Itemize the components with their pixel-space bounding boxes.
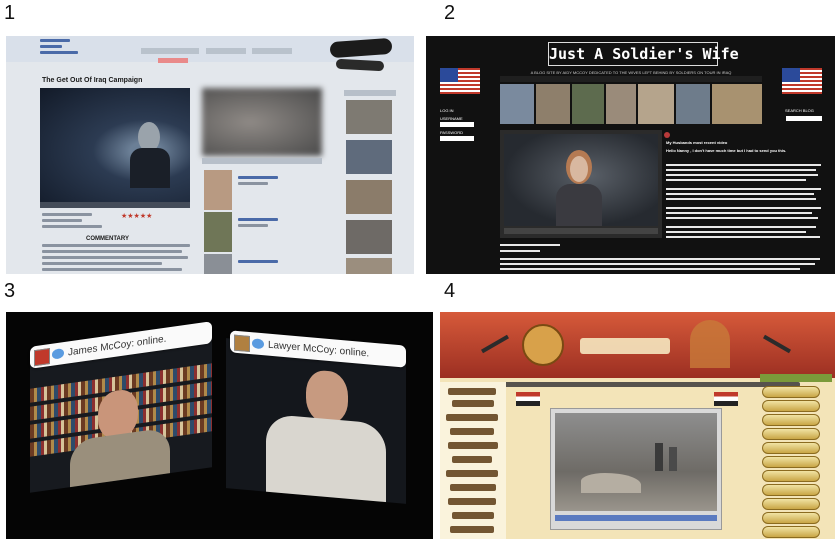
site-tagline: A BLOG SITE BY AIDY MCCOY DEDICATED TO T…	[530, 70, 732, 75]
login-link[interactable]: LOG IN	[440, 108, 454, 113]
chat-status-right: Lawyer McCoy: online.	[268, 339, 370, 360]
chat-bubble-icon	[52, 348, 64, 360]
rubble	[581, 473, 641, 493]
person-face	[570, 156, 588, 182]
video-controls[interactable]	[555, 515, 717, 521]
nav-button-3[interactable]	[252, 48, 292, 54]
poem-column	[440, 382, 506, 539]
menu-item-2[interactable]	[762, 400, 820, 412]
menu-item-6[interactable]	[762, 456, 820, 468]
menu-item-5[interactable]	[762, 442, 820, 454]
sidebar-header	[344, 90, 396, 96]
tab-row[interactable]	[202, 158, 322, 164]
menu-item-8[interactable]	[762, 484, 820, 496]
blurred-image	[202, 88, 322, 156]
sidebar-heading	[760, 374, 832, 382]
password-label: PASSWORD	[440, 130, 464, 135]
arabic-site-title	[580, 338, 670, 354]
video-controls[interactable]	[40, 202, 190, 208]
us-flag-right	[782, 68, 822, 94]
list-item-thumb-1[interactable]	[204, 170, 232, 210]
nav-button-active[interactable]	[158, 58, 188, 63]
username-label: USERNAME	[440, 116, 463, 121]
site-banner	[440, 312, 835, 378]
video-player[interactable]	[40, 88, 190, 202]
video-frame[interactable]	[500, 130, 662, 238]
photo-strip-3	[572, 84, 604, 124]
username-input[interactable]	[440, 122, 474, 127]
list-item-thumb-3[interactable]	[204, 254, 232, 274]
video-controls[interactable]	[504, 228, 658, 234]
panel-number-4: 4	[444, 280, 456, 302]
iraq-flag-left	[516, 392, 540, 406]
sidebar-thumb-4[interactable]	[346, 220, 392, 254]
sidebar-thumb-3[interactable]	[346, 180, 392, 214]
menu-item-4[interactable]	[762, 428, 820, 440]
chat-bubble-icon	[252, 338, 264, 350]
section-heading: COMMENTARY	[86, 236, 129, 242]
person-body-right	[266, 413, 386, 504]
rifle-icon-left	[481, 334, 509, 354]
video-frame	[555, 413, 717, 511]
redaction-mark-2	[335, 58, 385, 72]
video-player[interactable]	[504, 134, 658, 226]
panel-number-2: 2	[444, 2, 456, 24]
panel-1-screenshot: The Get Out Of Iraq Campaign ★★★★★ COMME…	[6, 36, 414, 274]
person-body	[556, 184, 602, 226]
sidebar-thumb-5[interactable]	[346, 258, 392, 274]
menu-item-3[interactable]	[762, 414, 820, 426]
menu-item-10[interactable]	[762, 512, 820, 524]
us-flag-left	[440, 68, 480, 94]
menu-item-7[interactable]	[762, 470, 820, 482]
menu-item-1[interactable]	[762, 386, 820, 398]
panel-2-screenshot: Just A Soldier's Wife A BLOG SITE BY AID…	[426, 36, 835, 274]
avatar-left	[34, 347, 50, 367]
menu-item-11[interactable]	[762, 526, 820, 538]
figure-2	[669, 447, 677, 471]
post-title: My Husbands most recent video	[666, 140, 728, 145]
photo-strip-7	[712, 84, 762, 124]
page-title: The Get Out Of Iraq Campaign	[42, 77, 143, 84]
rifle-icon-right	[763, 334, 791, 354]
photo-strip-2	[536, 84, 570, 124]
panel-3-video-chat: James McCoy: online. Lawyer McCoy: onlin…	[6, 312, 433, 539]
nav-bar[interactable]	[500, 76, 762, 82]
panel-number-3: 3	[4, 280, 16, 302]
photo-strip-4	[606, 84, 636, 124]
nav-button-2[interactable]	[206, 48, 246, 54]
person-face-right	[306, 369, 348, 425]
photo-strip-6	[676, 84, 710, 124]
sidebar-thumb-2[interactable]	[346, 140, 392, 174]
menu-item-9[interactable]	[762, 498, 820, 510]
person-body	[130, 148, 170, 188]
panel-4-screenshot	[440, 312, 835, 539]
search-blog-input[interactable]	[786, 116, 822, 121]
video-player[interactable]	[550, 408, 722, 530]
figure-1	[655, 443, 663, 471]
nav-button-1[interactable]	[141, 48, 199, 54]
list-item-thumb-2[interactable]	[204, 212, 232, 252]
avatar-right	[234, 334, 250, 353]
photo-strip-5	[638, 84, 674, 124]
photo-strip-1	[500, 84, 534, 124]
post-subtitle: Hello Nanny , I don't have much time but…	[666, 148, 787, 153]
search-blog-label: SEARCH BLOG	[785, 108, 814, 113]
iraq-flag-right	[714, 392, 738, 406]
mosque-dome	[690, 320, 730, 368]
site-title: Just A Soldier's Wife	[548, 42, 739, 66]
password-input[interactable]	[440, 136, 474, 141]
panel-number-1: 1	[4, 2, 16, 24]
emblem-seal	[522, 324, 564, 366]
rating-stars[interactable]: ★★★★★	[121, 212, 152, 220]
sidebar-thumb-1[interactable]	[346, 100, 392, 134]
post-icon	[664, 132, 670, 138]
